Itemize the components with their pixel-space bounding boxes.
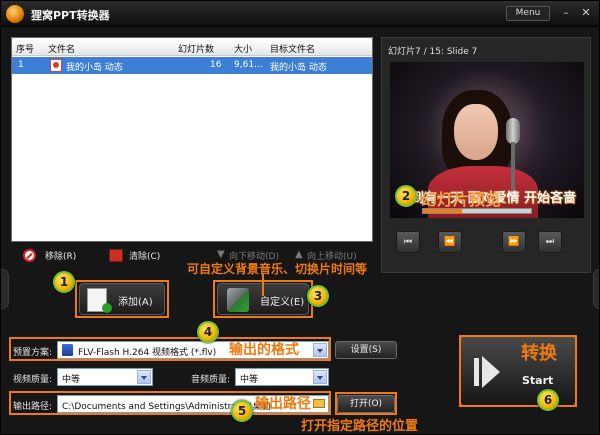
annotation-format-tip: 输出的格式: [229, 342, 299, 358]
audio-quality-select[interactable]: 中等: [235, 368, 329, 386]
chevron-down-icon[interactable]: [313, 370, 327, 384]
remove-button[interactable]: 移除(R): [45, 249, 76, 262]
first-slide-button[interactable]: ⏮: [396, 231, 420, 253]
annotation-badge-5: 5: [231, 400, 253, 422]
column-header-target[interactable]: 目标文件名: [270, 42, 315, 55]
row-target: 我的小岛 动态: [270, 63, 327, 73]
clear-icon[interactable]: [109, 249, 123, 262]
row-filename: 我的小岛 动态: [66, 63, 123, 73]
arrow-down-icon: ▼: [217, 249, 225, 260]
app-window: 狸窝PPT转换器 Menu – ✕ 序号 文件名 幻灯片数 大小 目标文件名 1…: [0, 0, 600, 435]
annotation-badge-2: 2: [395, 185, 417, 207]
annotation-open-tip: 打开指定路径的位置: [301, 419, 419, 434]
left-side-knob: [1, 269, 9, 309]
app-title: 狸窝PPT转换器: [31, 9, 110, 22]
preview-panel: 幻灯片7 / 15: Slide 7 直到有一天 面对爱情 开始吝啬 ⏮ ⏪ ⏩…: [381, 37, 591, 273]
annotation-badge-1: 1: [53, 271, 75, 293]
app-logo-icon: [6, 5, 24, 23]
column-header-index[interactable]: 序号: [16, 42, 34, 55]
file-list-header: 序号 文件名 幻灯片数 大小 目标文件名: [12, 38, 372, 56]
chevron-down-icon[interactable]: [137, 370, 151, 384]
minimize-button[interactable]: –: [559, 7, 573, 20]
slide-info: 幻灯片7 / 15: Slide 7: [388, 47, 478, 57]
arrow-up-icon: ▲: [295, 249, 303, 260]
column-header-filename[interactable]: 文件名: [48, 42, 75, 55]
annotation-box-convert: [459, 335, 577, 407]
title-bar: 狸窝PPT转换器 Menu – ✕: [1, 1, 599, 27]
ppt-file-icon: [50, 59, 62, 72]
row-size: 9,61...: [234, 60, 263, 70]
column-header-slides[interactable]: 幻灯片数: [178, 42, 214, 55]
video-quality-label: 视频质量:: [13, 375, 53, 385]
audio-quality-label: 音频质量:: [191, 375, 231, 385]
annotation-path-tip: 输出路径: [255, 396, 311, 412]
menu-label: Menu: [515, 8, 541, 18]
video-quality-value: 中等: [62, 375, 81, 385]
right-side-knob: [593, 269, 599, 309]
annotation-badge-3: 3: [307, 285, 329, 307]
microphone: [506, 118, 520, 144]
annotation-line-customize: [262, 274, 264, 296]
audio-quality-value: 中等: [240, 375, 259, 385]
clear-button[interactable]: 清除(C): [129, 249, 160, 262]
video-quality-select[interactable]: 中等: [57, 368, 153, 386]
microphone-stand: [511, 142, 515, 192]
annotation-badge-6: 6: [537, 389, 559, 411]
annotation-badge-4: 4: [197, 321, 219, 343]
row-slides: 16: [210, 60, 222, 70]
annotation-box-open: [335, 392, 397, 415]
annotation-custom-tip: 可自定义背景音乐、切换片时间等: [187, 262, 368, 276]
singer-face: [454, 104, 498, 160]
remove-icon[interactable]: [23, 249, 36, 262]
menu-button[interactable]: Menu: [506, 6, 550, 21]
close-button[interactable]: ✕: [579, 7, 593, 20]
file-list[interactable]: 序号 文件名 幻灯片数 大小 目标文件名 1 我的小岛 动态 16 9,61..…: [11, 37, 373, 242]
annotation-convert-tip: 转换: [521, 343, 557, 364]
row-index: 1: [18, 60, 24, 70]
annotation-preview-tip: 幻灯片预览: [421, 190, 502, 209]
next-slide-button[interactable]: ⏩: [502, 231, 526, 253]
column-header-size[interactable]: 大小: [234, 42, 252, 55]
previous-slide-button[interactable]: ⏪: [438, 231, 462, 253]
table-row[interactable]: 1 我的小岛 动态 16 9,61... 我的小岛 动态: [12, 57, 372, 74]
settings-button[interactable]: 设置(S): [335, 341, 397, 359]
annotation-box-add: [75, 280, 169, 318]
last-slide-button[interactable]: ⏭: [538, 231, 562, 253]
